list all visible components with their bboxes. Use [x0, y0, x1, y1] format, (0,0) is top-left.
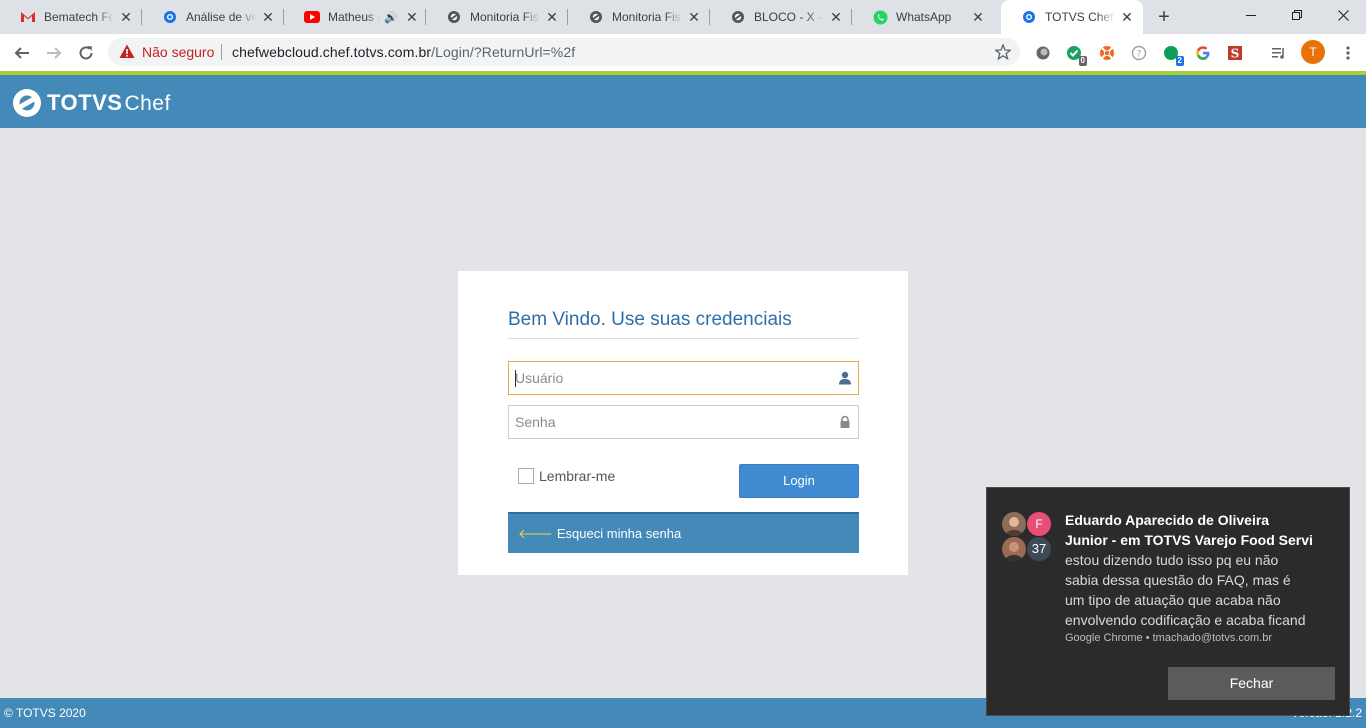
warning-triangle-icon[interactable] [119, 44, 135, 64]
close-icon[interactable]: ✕ [406, 9, 418, 25]
tab-title: BLOCO - X - TOTVS [754, 10, 824, 24]
tab-title: Bematech Food [44, 10, 114, 24]
app-header: TOTVSChef [0, 75, 1366, 128]
avatar [1002, 537, 1026, 561]
remember-checkbox[interactable] [518, 468, 534, 484]
remember-me[interactable]: Lembrar-me [518, 468, 615, 484]
forward-arrow-icon[interactable] [40, 39, 68, 67]
avatar-initial: F [1027, 512, 1051, 536]
close-notification-button[interactable]: Fechar [1168, 667, 1335, 700]
tab-whatsapp[interactable]: WhatsApp ✕ [852, 0, 994, 34]
close-icon[interactable]: ✕ [828, 9, 844, 25]
window-close-icon[interactable] [1320, 0, 1366, 30]
remember-label[interactable]: Lembrar-me [539, 468, 615, 484]
svg-text:S: S [1231, 47, 1240, 61]
help-circle-icon[interactable]: ? [1129, 43, 1149, 63]
extension-badge: 0 [1078, 56, 1087, 66]
tab-title: Análise de vendas [186, 10, 256, 24]
tab-title: Monitoria Fiscal [612, 10, 682, 24]
minimize-icon[interactable] [1228, 0, 1274, 30]
message-count-badge: 37 [1027, 537, 1051, 561]
close-icon[interactable]: ✕ [1119, 9, 1135, 25]
user-icon [839, 371, 851, 385]
chrome-notification[interactable]: F 37 Eduardo Aparecido de Oliveira Junio… [986, 487, 1350, 716]
close-icon[interactable]: ✕ [544, 9, 560, 25]
notification-body: estou dizendo tudo isso pq eu não sabia … [1065, 552, 1306, 628]
close-icon[interactable]: ✕ [260, 9, 276, 25]
tab-totvs-chef-active[interactable]: TOTVS Chef Web ✕ [1001, 0, 1143, 34]
tab-monitoria-1[interactable]: Monitoria Fiscal ✕ [426, 0, 568, 34]
arrow-left-icon: 🡐 [518, 525, 553, 541]
restore-icon[interactable] [1274, 0, 1320, 30]
password-input[interactable] [509, 406, 819, 438]
forgot-password-label: Esqueci minha senha [556, 526, 682, 541]
login-card: Bem Vindo. Use suas credenciais Lembrar-… [458, 271, 908, 575]
browser-tab-strip: Bematech Food ✕ Análise de vendas ✕ Math… [0, 0, 1366, 34]
logo-text: TOTVSChef [47, 90, 171, 115]
url-path: /Login/?ReturnUrl=%2f [431, 44, 576, 60]
tab-title: TOTVS Chef Web [1045, 10, 1115, 24]
notification-title: Eduardo Aparecido de Oliveira Junior - e… [1065, 512, 1313, 548]
omnibox-divider [221, 44, 222, 60]
google-icon[interactable] [1193, 43, 1213, 63]
extension-circle-icon[interactable] [1033, 43, 1053, 63]
text-caret [515, 370, 516, 387]
extension-chat-icon[interactable]: 2 [1161, 43, 1184, 66]
totvs-icon [730, 9, 746, 25]
tab-youtube[interactable]: Matheus & Kauan 🔊 ✕ [284, 0, 426, 34]
whatsapp-icon [872, 9, 888, 25]
login-heading: Bem Vindo. Use suas credenciais [508, 309, 792, 330]
notification-source: Google Chrome • tmachado@totvs.com.br [1065, 632, 1272, 644]
menu-kebab-icon[interactable] [1338, 43, 1358, 63]
tab-bloco-x[interactable]: BLOCO - X - TOTVS ✕ [710, 0, 852, 34]
totvs-logo-icon [13, 89, 41, 117]
profile-avatar[interactable]: T [1301, 40, 1325, 64]
youtube-icon [304, 9, 320, 25]
close-icon[interactable]: ✕ [686, 9, 702, 25]
login-button[interactable]: Login [739, 464, 859, 498]
password-field[interactable] [508, 405, 859, 439]
reload-icon[interactable] [72, 39, 100, 67]
forgot-password-link[interactable]: 🡐 Esqueci minha senha [508, 512, 859, 553]
avatar [1002, 512, 1026, 536]
close-icon[interactable]: ✕ [970, 9, 986, 25]
extension-lifebuoy-icon[interactable] [1097, 43, 1117, 63]
copyright-text: © TOTVS 2020 [4, 706, 86, 720]
extension-check-icon[interactable]: 0 [1064, 43, 1087, 66]
close-icon[interactable]: ✕ [118, 9, 134, 25]
bookmark-star-icon[interactable] [992, 41, 1014, 63]
url-text[interactable]: chefwebcloud.chef.totvs.com.br/Login/?Re… [232, 44, 575, 60]
browser-toolbar: Não seguro chefwebcloud.chef.totvs.com.b… [0, 34, 1366, 71]
username-input[interactable] [509, 362, 819, 394]
new-tab-icon[interactable]: + [1152, 6, 1176, 28]
lock-icon [840, 415, 850, 428]
url-host: chefwebcloud.chef.totvs.com.br [232, 44, 432, 60]
tab-analise[interactable]: Análise de vendas ✕ [142, 0, 284, 34]
not-secure-label[interactable]: Não seguro [142, 44, 214, 60]
totvs-icon [588, 9, 604, 25]
tab-title: WhatsApp [896, 10, 952, 24]
globe-icon [162, 9, 178, 25]
speaker-icon[interactable]: 🔊 [384, 11, 398, 24]
heading-divider [508, 338, 859, 339]
tab-title: Monitoria Fiscal [470, 10, 540, 24]
tab-bematech[interactable]: Bematech Food ✕ [0, 0, 142, 34]
address-bar[interactable]: Não seguro chefwebcloud.chef.totvs.com.b… [108, 38, 1020, 66]
gmail-icon [20, 9, 36, 25]
svg-text:?: ? [1137, 50, 1142, 60]
totvs-chef-logo[interactable]: TOTVSChef [12, 88, 171, 118]
tab-title: Matheus & Kauan [328, 10, 380, 24]
username-field[interactable] [508, 361, 859, 395]
globe-icon [1021, 9, 1037, 25]
totvs-icon [446, 9, 462, 25]
tab-monitoria-2[interactable]: Monitoria Fiscal ✕ [568, 0, 710, 34]
back-arrow-icon[interactable] [8, 39, 36, 67]
media-queue-icon[interactable] [1269, 43, 1289, 63]
extension-s-icon[interactable]: S [1225, 43, 1245, 63]
extension-badge: 2 [1175, 56, 1184, 66]
